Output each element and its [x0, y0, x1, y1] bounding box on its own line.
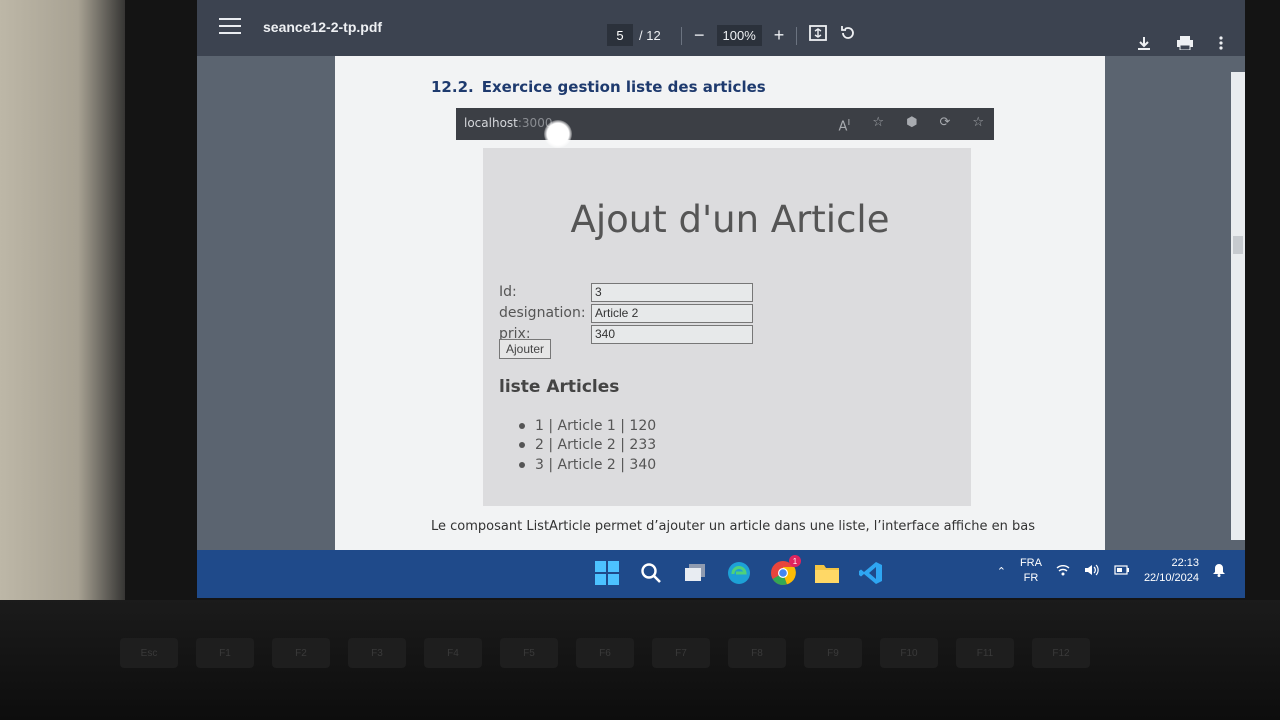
chrome-icon[interactable]: 1 — [768, 555, 801, 588]
section-title: Exercice gestion liste des articles — [481, 78, 766, 96]
start-button[interactable] — [592, 558, 622, 588]
app-screenshot: Ajout d'un Article Id: designation: prix… — [483, 148, 971, 506]
function-key-row: Esc F1 F2 F3 F4 F5 F6 F7 F8 F9 F10 F11 F… — [120, 638, 1280, 668]
id-row: Id: — [499, 282, 753, 302]
keyboard-key: F3 — [348, 638, 406, 668]
keyboard-key: F8 — [728, 638, 786, 668]
description-text: Le composant ListArticle permet d’ajoute… — [431, 519, 1035, 534]
designation-label: designation: — [499, 305, 586, 321]
favorite-add-icon: ☆ — [872, 115, 885, 130]
browser-icons: Aı ☆ ⬢ ⟳ ☆ — [839, 115, 985, 134]
pdf-page: 12.2. Exercice gestion liste des articles… — [335, 56, 1105, 550]
menu-icon[interactable] — [219, 18, 241, 36]
taskbar-apps: 1 — [592, 555, 886, 588]
list-item-text: 1 | Article 1 | 120 — [535, 417, 657, 434]
keyboard-key: F6 — [576, 638, 634, 668]
keyboard-key: F4 — [424, 638, 482, 668]
screenshot-browser-bar: localhost:3000 Aı ☆ ⬢ ⟳ ☆ — [456, 108, 994, 140]
zoom-in-icon[interactable]: + — [774, 25, 785, 46]
cursor-glare — [544, 120, 572, 148]
chrome-notification-badge: 1 — [789, 555, 801, 567]
keyboard-key: F5 — [500, 638, 558, 668]
language-secondary: FR — [1023, 572, 1039, 584]
address-bar: localhost:3000 — [464, 116, 552, 130]
language-indicator[interactable]: FRA FR — [1020, 556, 1042, 586]
list-item: 3 | Article 2 | 340 — [519, 455, 656, 475]
keyboard-key: F7 — [652, 638, 710, 668]
keyboard-key: F9 — [804, 638, 862, 668]
task-view-icon[interactable] — [680, 558, 710, 588]
download-icon[interactable] — [1137, 34, 1151, 55]
file-name: seance12-2-tp.pdf — [263, 19, 383, 35]
zoom-out-icon[interactable]: − — [694, 25, 705, 46]
windows-logo-icon — [595, 561, 619, 585]
page-navigator: / 12 — [607, 24, 661, 46]
page-number-input[interactable] — [607, 24, 633, 46]
clock-time: 22:13 — [1171, 557, 1199, 569]
wifi-icon[interactable] — [1056, 564, 1070, 579]
edge-icon[interactable] — [724, 558, 754, 588]
keyboard-key: Esc — [120, 638, 178, 668]
chevron-up-icon[interactable]: ⌃ — [997, 565, 1006, 578]
clock-date: 22/10/2024 — [1143, 572, 1199, 584]
laptop-keyboard: Esc F1 F2 F3 F4 F5 F6 F7 F8 F9 F10 F11 F… — [0, 600, 1280, 720]
keyboard-key: F12 — [1032, 638, 1090, 668]
windows-taskbar: 1 ⌃ FRA FR 22:13 22/10/2024 — [197, 550, 1245, 598]
more-options-icon[interactable] — [1219, 34, 1223, 55]
toolbar-divider — [796, 26, 798, 45]
bullet-icon — [519, 422, 525, 429]
file-explorer-icon[interactable] — [812, 558, 842, 588]
bullet-icon — [519, 461, 525, 468]
add-article-button[interactable]: Ajouter — [499, 339, 552, 359]
prix-field[interactable] — [591, 324, 753, 344]
zoom-level[interactable]: 100% — [716, 25, 762, 46]
pdf-viewport[interactable]: 12.2. Exercice gestion liste des articles… — [197, 56, 1245, 550]
rotate-icon[interactable] — [839, 24, 857, 47]
list-item-text: 2 | Article 2 | 233 — [535, 437, 657, 454]
print-icon[interactable] — [1177, 34, 1193, 55]
read-aloud-icon: Aı — [838, 115, 851, 135]
section-number: 12.2. — [431, 78, 474, 96]
fit-page-icon[interactable] — [809, 25, 828, 46]
id-field[interactable] — [591, 282, 753, 302]
toolbar-divider — [681, 26, 682, 45]
list-item: 1 | Article 1 | 120 — [519, 416, 656, 436]
bullet-icon — [519, 442, 525, 449]
keyboard-key: F10 — [880, 638, 938, 668]
volume-icon[interactable] — [1084, 564, 1100, 579]
toolbar-right-actions — [1137, 34, 1223, 55]
app-title: Ajout d'un Article — [570, 198, 890, 241]
scrollbar-thumb[interactable] — [1233, 236, 1243, 254]
section-heading: 12.2. Exercice gestion liste des articles — [431, 78, 766, 96]
vscode-icon[interactable] — [856, 558, 886, 588]
keyboard-key: F11 — [956, 638, 1014, 668]
pdf-toolbar: seance12-2-tp.pdf / 12 − 100% + — [197, 0, 1245, 56]
list-title: liste Articles — [499, 377, 620, 397]
search-icon[interactable] — [636, 558, 666, 588]
language-primary: FRA — [1019, 557, 1042, 569]
address-host: localhost — [464, 116, 518, 130]
list-item-text: 3 | Article 2 | 340 — [535, 456, 657, 473]
notification-bell-icon[interactable] — [1213, 563, 1225, 580]
articles-list: 1 | Article 1 | 120 2 | Article 2 | 233 … — [519, 416, 656, 475]
extensions-icon: ⟳ — [939, 115, 951, 130]
list-item: 2 | Article 2 | 233 — [519, 436, 656, 456]
shield-icon: ⬢ — [906, 115, 918, 130]
page-total: / 12 — [639, 27, 661, 43]
system-tray: ⌃ FRA FR 22:13 22/10/2024 — [997, 556, 1225, 586]
favorites-icon: ☆ — [972, 115, 984, 130]
id-label: Id: — [499, 284, 517, 300]
clock[interactable]: 22:13 22/10/2024 — [1144, 556, 1199, 586]
battery-icon[interactable] — [1114, 564, 1130, 578]
keyboard-key: F2 — [272, 638, 330, 668]
keyboard-key: F1 — [196, 638, 254, 668]
designation-row: designation: — [499, 303, 753, 323]
vertical-scrollbar[interactable] — [1231, 72, 1245, 540]
laptop-screen: seance12-2-tp.pdf / 12 − 100% + — [197, 0, 1245, 598]
designation-field[interactable] — [591, 303, 753, 323]
zoom-controls: − 100% + — [681, 24, 857, 47]
